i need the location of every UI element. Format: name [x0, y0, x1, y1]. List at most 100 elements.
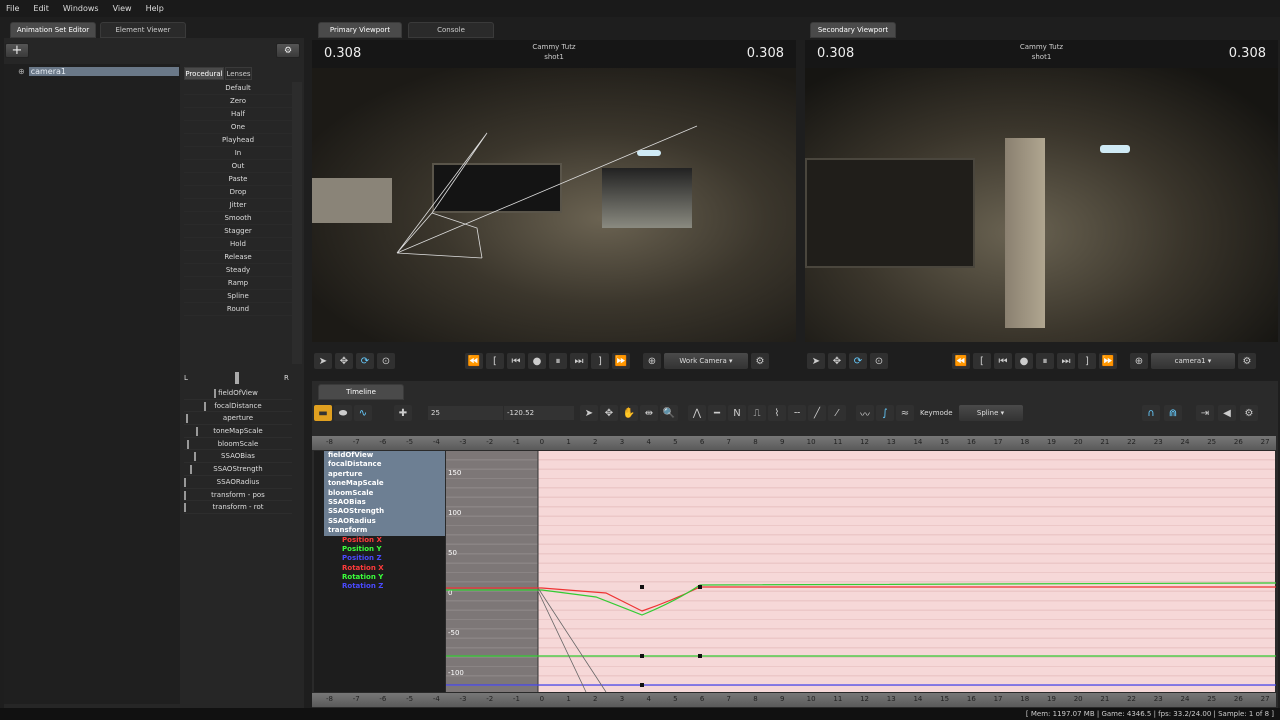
curve-smooth-icon[interactable]: ∫ [876, 405, 894, 421]
tab-secondary-viewport[interactable]: Secondary Viewport [810, 22, 896, 38]
procedural-item[interactable]: Out [184, 160, 292, 173]
prev-frame-icon[interactable]: ⏮ [507, 353, 525, 369]
procedural-item[interactable]: Jitter [184, 199, 292, 212]
procedural-item[interactable]: Round [184, 303, 292, 316]
rotate-tool-icon[interactable]: ⟳ [849, 353, 867, 369]
track-item[interactable]: transform [324, 526, 445, 536]
curve-filter-icon[interactable]: 〰 [856, 405, 874, 421]
select-tool-icon[interactable]: ➤ [314, 353, 332, 369]
rotate-tool-icon[interactable]: ⟳ [356, 353, 374, 369]
move-tool-icon[interactable]: ✥ [828, 353, 846, 369]
procedural-item[interactable]: Paste [184, 173, 292, 186]
subtrack-item[interactable]: Position X [314, 536, 445, 545]
add-button[interactable]: + [5, 43, 29, 58]
expand-icon[interactable]: ⊕ [18, 67, 25, 76]
control-slider[interactable]: SSAORadius [184, 476, 292, 489]
select-tool-icon[interactable]: ➤ [580, 405, 598, 421]
viewport-gear-icon[interactable]: ⚙ [1238, 353, 1256, 369]
next-frame-icon[interactable]: ⏭ [570, 353, 588, 369]
menu-file[interactable]: File [6, 4, 19, 13]
track-item[interactable]: bloomScale [324, 488, 445, 498]
keymode-select[interactable]: Spline ▾ [958, 405, 1023, 421]
settings-button[interactable]: ⚙ [276, 43, 300, 58]
tangent-step-icon[interactable]: ⎍ [748, 405, 766, 421]
goto-end-icon[interactable]: ⇥ [1196, 405, 1214, 421]
control-slider[interactable]: transform - pos [184, 489, 292, 502]
add-key-icon[interactable]: ✚ [394, 405, 412, 421]
subtrack-item[interactable]: Rotation Y [314, 573, 445, 582]
procedural-item[interactable]: Release [184, 251, 292, 264]
tab-console[interactable]: Console [408, 22, 494, 38]
fast-forward-icon[interactable]: ⏩ [612, 353, 630, 369]
motion-editor-icon[interactable]: ⬬ [334, 405, 352, 421]
subtrack-item[interactable]: Rotation Z [314, 582, 445, 591]
next-frame-icon[interactable]: ⏭ [1057, 353, 1075, 369]
orbit-tool-icon[interactable]: ⊙ [870, 353, 888, 369]
procedural-scrollbar[interactable] [292, 82, 302, 364]
record-icon[interactable]: ● [1015, 353, 1033, 369]
subtrack-item[interactable]: Position Z [314, 554, 445, 563]
camera-target-icon[interactable]: ⊕ [643, 353, 661, 369]
move-tool-icon[interactable]: ✥ [335, 353, 353, 369]
track-item[interactable]: toneMapScale [324, 479, 445, 489]
procedural-item[interactable]: Ramp [184, 277, 292, 290]
track-item[interactable]: SSAOStrength [324, 507, 445, 517]
mark-out-icon[interactable]: ] [1078, 353, 1096, 369]
procedural-item[interactable]: Playhead [184, 134, 292, 147]
timeline-gear-icon[interactable]: ⚙ [1240, 405, 1258, 421]
procedural-item[interactable]: Steady [184, 264, 292, 277]
curve-noise-icon[interactable]: ≈ [896, 405, 914, 421]
tangent-in-icon[interactable]: ╱ [808, 405, 826, 421]
scale-tool-icon[interactable]: ⇹ [640, 405, 658, 421]
pause-icon[interactable]: ⏸ [1036, 353, 1054, 369]
prev-frame-icon[interactable]: ⏮ [994, 353, 1012, 369]
procedural-item[interactable]: Hold [184, 238, 292, 251]
snap-icon[interactable]: ∩ [1142, 405, 1160, 421]
control-slider[interactable]: SSAOStrength [184, 463, 292, 476]
camera-select[interactable]: camera1 ▾ [1151, 353, 1235, 369]
procedural-item[interactable]: Half [184, 108, 292, 121]
subtrack-item[interactable]: Rotation X [314, 564, 445, 573]
tangent-out-icon[interactable]: ⁄ [828, 405, 846, 421]
tab-lenses[interactable]: Lenses [225, 67, 252, 80]
timeline-ruler-top[interactable]: -8 -7 -6 -5 -4 -3 -2 -1 0 1 2 3 4 5 6 7 8 9 10 11 12 13 14 15 16… [312, 436, 1276, 450]
track-item[interactable]: SSAOBias [324, 497, 445, 508]
track-item[interactable]: SSAORadius [324, 516, 445, 527]
camera-target-icon[interactable]: ⊕ [1130, 353, 1148, 369]
track-item[interactable]: focalDistance [324, 460, 445, 470]
procedural-item[interactable]: One [184, 121, 292, 134]
menu-view[interactable]: View [113, 4, 132, 13]
track-item[interactable]: fieldOfView [324, 451, 445, 461]
control-slider[interactable]: aperture [184, 412, 292, 426]
balance-slider-handle[interactable] [235, 372, 239, 384]
tab-animation-set-editor[interactable]: Animation Set Editor [10, 22, 96, 38]
procedural-item[interactable]: Zero [184, 95, 292, 108]
camera-select[interactable]: Work Camera ▾ [664, 353, 748, 369]
pause-icon[interactable]: ⏸ [549, 353, 567, 369]
primary-viewport-render[interactable] [312, 68, 796, 342]
control-slider[interactable]: transform - rot [184, 501, 292, 514]
tangent-auto-icon[interactable]: ⋀ [688, 405, 706, 421]
select-tool-icon[interactable]: ➤ [807, 353, 825, 369]
mark-out-icon[interactable]: ] [591, 353, 609, 369]
tab-element-viewer[interactable]: Element Viewer [100, 22, 186, 38]
secondary-viewport-render[interactable] [805, 68, 1278, 342]
control-slider[interactable]: focalDistance [184, 400, 292, 413]
rewind-icon[interactable]: ⏪ [465, 353, 483, 369]
viewport-gear-icon[interactable]: ⚙ [751, 353, 769, 369]
hand-tool-icon[interactable]: ✋ [620, 405, 638, 421]
clip-editor-icon[interactable]: ▬ [314, 405, 332, 421]
tree-item-camera1[interactable]: ⊕ camera1 [18, 67, 180, 76]
snap-frame-icon[interactable]: ⋒ [1164, 405, 1182, 421]
tab-procedural[interactable]: Procedural [184, 67, 224, 80]
menu-help[interactable]: Help [146, 4, 164, 13]
graph-editor-icon[interactable]: ∿ [354, 405, 372, 421]
timeline-ruler-bottom[interactable]: -8 -7 -6 -5 -4 -3 -2 -1 0 1 2 3 4 5 6 7 8 9 10 11 12 13 14 15 16… [312, 693, 1276, 707]
track-item[interactable]: aperture [324, 469, 445, 480]
mark-in-icon[interactable]: [ [973, 353, 991, 369]
control-slider[interactable]: SSAOBias [184, 450, 292, 464]
tangent-spline-icon[interactable]: N [728, 405, 746, 421]
control-slider[interactable]: fieldOfView [184, 387, 292, 400]
procedural-item[interactable]: Smooth [184, 212, 292, 225]
tangent-break-icon[interactable]: ⌇ [768, 405, 786, 421]
